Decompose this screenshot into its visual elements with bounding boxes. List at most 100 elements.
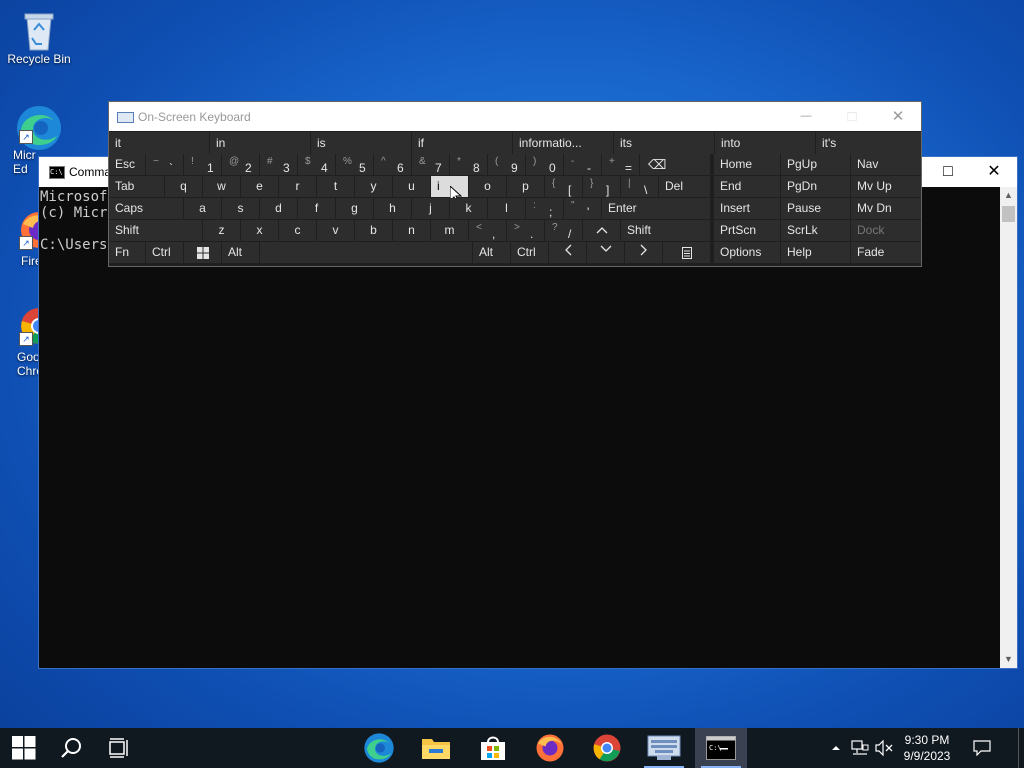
key-fn[interactable]: Fn xyxy=(109,242,145,263)
key-arrow-down[interactable] xyxy=(587,242,624,263)
task-view-button[interactable] xyxy=(96,728,144,768)
key-pgdn[interactable]: PgDn xyxy=(781,176,850,197)
prediction-it[interactable]: it xyxy=(109,132,209,154)
key-o[interactable]: o xyxy=(469,176,506,197)
key-x[interactable]: x xyxy=(241,220,278,241)
key-s[interactable]: s xyxy=(222,198,259,219)
prediction-is[interactable]: is xyxy=(311,132,411,154)
key-t[interactable]: t xyxy=(317,176,354,197)
key-period[interactable]: >. xyxy=(507,220,544,241)
key-windows[interactable] xyxy=(184,242,221,263)
key-1[interactable]: ! 1 xyxy=(184,154,221,175)
key-menu[interactable] xyxy=(663,242,710,263)
key-2[interactable]: @2 xyxy=(222,154,259,175)
key-0[interactable]: ) 0 xyxy=(526,154,563,175)
key-semicolon[interactable]: :; xyxy=(526,198,563,219)
key-scrlk[interactable]: ScrLk xyxy=(781,220,850,241)
key-pgup[interactable]: PgUp xyxy=(781,154,850,175)
taskbar-file-explorer[interactable] xyxy=(412,728,460,768)
key-arrow-right[interactable] xyxy=(625,242,662,263)
taskbar-command-prompt[interactable]: C:\ xyxy=(695,728,747,768)
key-help[interactable]: Help xyxy=(781,242,850,263)
key-c[interactable]: c xyxy=(279,220,316,241)
key-arrow-left[interactable] xyxy=(549,242,586,263)
key-mv-up[interactable]: Mv Up xyxy=(851,176,921,197)
scroll-up-arrow-icon[interactable]: ▲ xyxy=(1000,187,1017,204)
key-fade[interactable]: Fade xyxy=(851,242,921,263)
key-backspace[interactable]: ⌫ xyxy=(640,154,710,175)
key-g[interactable]: g xyxy=(336,198,373,219)
prediction-into[interactable]: into xyxy=(715,132,815,154)
key-e[interactable]: e xyxy=(241,176,278,197)
key-tab[interactable]: Tab xyxy=(109,176,164,197)
prediction-information[interactable]: informatio... xyxy=(513,132,613,154)
key-enter[interactable]: Enter xyxy=(602,198,710,219)
vertical-scrollbar[interactable]: ▲ ▼ xyxy=(1000,187,1017,668)
key-l[interactable]: l xyxy=(488,198,525,219)
key-3[interactable]: #3 xyxy=(260,154,297,175)
key-j[interactable]: j xyxy=(412,198,449,219)
key-p[interactable]: p xyxy=(507,176,544,197)
key-v[interactable]: v xyxy=(317,220,354,241)
key-d[interactable]: d xyxy=(260,198,297,219)
network-status[interactable] xyxy=(848,728,870,768)
key-arrow-up[interactable] xyxy=(583,220,620,241)
key-y[interactable]: y xyxy=(355,176,392,197)
show-hidden-icons-button[interactable] xyxy=(828,728,844,768)
maximize-button[interactable]: □ xyxy=(925,157,971,187)
key-comma[interactable]: <, xyxy=(469,220,506,241)
prediction-in[interactable]: in xyxy=(210,132,310,154)
key-insert[interactable]: Insert xyxy=(714,198,780,219)
osk-titlebar[interactable]: On-Screen Keyboard — □ ✕ xyxy=(109,102,921,131)
key-backtick[interactable]: ~ ` xyxy=(146,154,183,175)
key-esc[interactable]: Esc xyxy=(109,154,145,175)
start-button[interactable] xyxy=(0,728,48,768)
taskbar-store[interactable] xyxy=(469,728,517,768)
key-ctrl-right[interactable]: Ctrl xyxy=(511,242,548,263)
key-z[interactable]: z xyxy=(203,220,240,241)
key-u[interactable]: u xyxy=(393,176,430,197)
key-7[interactable]: & 7 xyxy=(412,154,449,175)
desktop-icon-recycle-bin[interactable]: Recycle Bin xyxy=(3,8,75,66)
key-n[interactable]: n xyxy=(393,220,430,241)
on-screen-keyboard-window[interactable]: On-Screen Keyboard — □ ✕ it in is if inf… xyxy=(108,101,922,267)
key-minus[interactable]: -- xyxy=(564,154,601,175)
key-caps[interactable]: Caps xyxy=(109,198,183,219)
key-alt-right[interactable]: Alt xyxy=(473,242,510,263)
key-nav[interactable]: Nav xyxy=(851,154,921,175)
close-button[interactable]: ✕ xyxy=(875,102,921,131)
key-k[interactable]: k xyxy=(450,198,487,219)
maximize-button[interactable]: □ xyxy=(829,102,875,131)
key-q[interactable]: q xyxy=(165,176,202,197)
volume-status[interactable] xyxy=(872,728,894,768)
key-5[interactable]: % 5 xyxy=(336,154,373,175)
scroll-down-arrow-icon[interactable]: ▼ xyxy=(1000,651,1017,668)
prediction-its-apostrophe[interactable]: it's xyxy=(816,132,921,154)
taskbar-on-screen-keyboard[interactable] xyxy=(638,728,690,768)
key-equals[interactable]: + = xyxy=(602,154,639,175)
key-bracket-close[interactable]: }] xyxy=(583,176,620,197)
key-quote[interactable]: " ' xyxy=(564,198,601,219)
key-m[interactable]: m xyxy=(431,220,468,241)
taskbar-firefox[interactable] xyxy=(526,728,574,768)
key-pause[interactable]: Pause xyxy=(781,198,850,219)
taskbar-edge[interactable] xyxy=(355,728,403,768)
key-mv-dn[interactable]: Mv Dn xyxy=(851,198,921,219)
show-desktop-button[interactable] xyxy=(1018,728,1024,768)
search-button[interactable] xyxy=(48,728,96,768)
key-a[interactable]: a xyxy=(184,198,221,219)
key-ctrl-left[interactable]: Ctrl xyxy=(146,242,183,263)
key-end[interactable]: End xyxy=(714,176,780,197)
close-button[interactable]: ✕ xyxy=(971,157,1017,187)
key-home[interactable]: Home xyxy=(714,154,780,175)
prediction-its[interactable]: its xyxy=(614,132,714,154)
key-9[interactable]: (9 xyxy=(488,154,525,175)
key-6[interactable]: ^ 6 xyxy=(374,154,411,175)
key-options[interactable]: Options xyxy=(714,242,780,263)
key-r[interactable]: r xyxy=(279,176,316,197)
action-center-button[interactable] xyxy=(966,728,998,768)
key-h[interactable]: h xyxy=(374,198,411,219)
key-8[interactable]: * 8 xyxy=(450,154,487,175)
taskbar-chrome[interactable] xyxy=(583,728,631,768)
scroll-thumb[interactable] xyxy=(1002,206,1015,222)
